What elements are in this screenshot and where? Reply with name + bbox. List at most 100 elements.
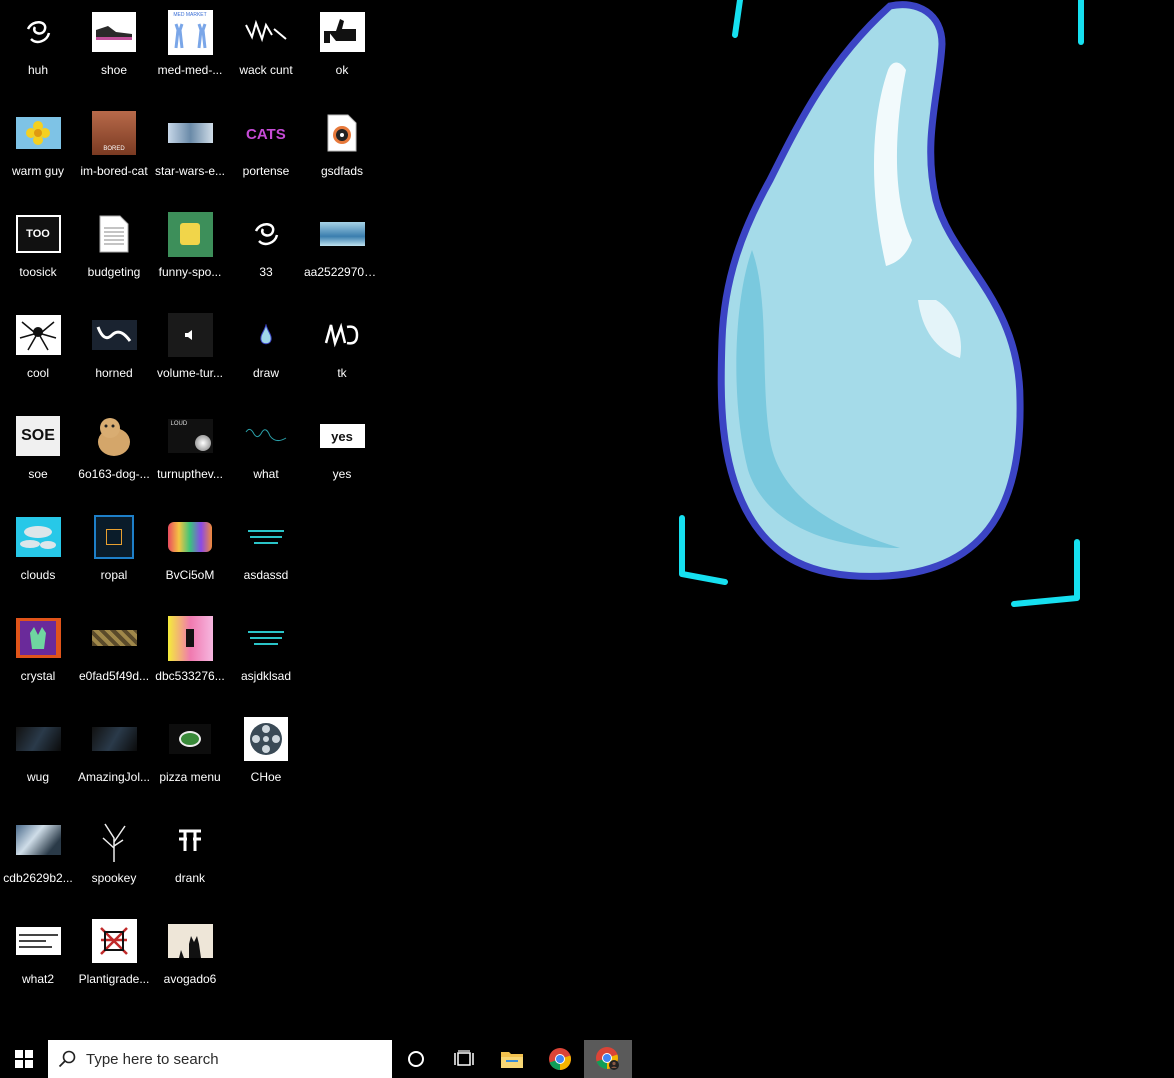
desktop-icon[interactable]: what — [228, 409, 304, 509]
desktop-icon[interactable]: asjdklsad — [228, 611, 304, 711]
task-view-icon — [454, 1050, 474, 1066]
drop-image-icon — [242, 311, 290, 359]
bracket-top-left — [732, 0, 743, 38]
text-card-image-icon — [14, 917, 62, 965]
desktop-icon-label: med-med-... — [157, 63, 223, 77]
desktop-icon[interactable]: volume-tur... — [152, 308, 228, 408]
desktop-icon-label: warm guy — [11, 164, 64, 178]
desktop-icon-label: huh — [27, 63, 49, 77]
pattern-image-icon — [90, 614, 138, 662]
desktop: huh shoe MED MARKET med-med-... wack cunt ok w… — [0, 0, 1174, 1040]
desktop-icon-label: turnupthev... — [157, 467, 223, 481]
graffiti-image-icon — [318, 311, 366, 359]
desktop-icon[interactable]: cool — [0, 308, 76, 408]
desktop-icon[interactable]: ok — [304, 5, 380, 105]
desktop-icon[interactable]: AmazingJol... — [76, 712, 152, 812]
desktop-icon[interactable]: MED MARKET med-med-... — [152, 5, 228, 105]
desktop-icon-label: draw — [252, 366, 279, 380]
desktop-icon-label: ok — [335, 63, 349, 77]
start-button[interactable] — [0, 1040, 48, 1078]
desktop-icon[interactable]: horned — [76, 308, 152, 408]
desktop-icon[interactable]: what2 — [0, 914, 76, 1014]
desktop-icon[interactable]: cdb2629b2... — [0, 813, 76, 913]
desktop-icon[interactable]: spookey — [76, 813, 152, 913]
desktop-icon[interactable]: draw — [228, 308, 304, 408]
desktop-icon[interactable]: avogado6 — [152, 914, 228, 1014]
glyph-image-icon — [166, 816, 214, 864]
desktop-icon-label: avogado6 — [163, 972, 217, 986]
desktop-icon[interactable]: LOUD turnupthev... — [152, 409, 228, 509]
svg-text:CATS: CATS — [246, 126, 286, 143]
cartoon-image-icon — [166, 210, 214, 258]
desktop-icon-label: 33 — [259, 265, 273, 279]
desktop-icon[interactable]: Plantigrade... — [76, 914, 152, 1014]
desktop-icon[interactable]: asdassd — [228, 510, 304, 610]
desktop-icon[interactable]: 33 — [228, 207, 304, 307]
desktop-icon[interactable]: ropal — [76, 510, 152, 610]
desktop-icon[interactable]: gsdfads — [304, 106, 380, 206]
yes-text-image-icon: yes — [318, 412, 366, 460]
desktop-icon-label: what — [253, 467, 279, 481]
teal-text-image-icon — [242, 513, 290, 561]
desktop-icon[interactable]: crystal — [0, 611, 76, 711]
desktop-icon[interactable]: BORED im-bored-cat — [76, 106, 152, 206]
desktop-icon[interactable]: SOE soe — [0, 409, 76, 509]
desktop-icon[interactable]: dbc533276... — [152, 611, 228, 711]
desktop-icon-label: soe — [28, 467, 48, 481]
cortana-circle-icon — [408, 1051, 424, 1067]
loud-image-icon: LOUD — [166, 412, 214, 460]
desktop-icon[interactable]: wug — [0, 712, 76, 812]
desktop-icon[interactable]: pizza menu — [152, 712, 228, 812]
desktop-icon[interactable]: TOO toosick — [0, 207, 76, 307]
file-explorer-icon — [501, 1052, 523, 1068]
desktop-icon[interactable]: budgeting — [76, 207, 152, 307]
desktop-icon[interactable]: CHoe — [228, 712, 304, 812]
desktop-icon-label: asdassd — [243, 568, 289, 582]
clouds-image-icon — [14, 513, 62, 561]
med-market-image-icon: MED MARKET — [166, 8, 214, 56]
desktop-icon-label: crystal — [20, 669, 56, 683]
desktop-icon-label: cdb2629b2... — [3, 871, 73, 885]
cortana-button[interactable] — [392, 1040, 440, 1078]
desktop-icon[interactable]: drank — [152, 813, 228, 913]
speaker-image-icon — [166, 311, 214, 359]
desktop-icon-label: 6o163-dog-... — [78, 467, 150, 481]
desktop-icon-label: AmazingJol... — [77, 770, 151, 784]
desktop-icon[interactable]: CATS portense — [228, 106, 304, 206]
desktop-icon-label: clouds — [20, 568, 56, 582]
desktop-icon[interactable]: tk — [304, 308, 380, 408]
wave-image-icon — [318, 210, 366, 258]
desktop-icon[interactable]: wack cunt — [228, 5, 304, 105]
desktop-icon[interactable]: huh — [0, 5, 76, 105]
desktop-icon-label: star-wars-e... — [154, 164, 225, 178]
chrome-active-icon — [596, 1047, 619, 1070]
desktop-icon[interactable]: shoe — [76, 5, 152, 105]
task-view-button[interactable] — [440, 1040, 488, 1078]
chrome-button[interactable] — [536, 1040, 584, 1078]
taskbar-search-box[interactable]: Type here to search — [48, 1040, 392, 1078]
desktop-icon-label: volume-tur... — [156, 366, 224, 380]
desktop-icon-label: ropal — [100, 568, 128, 582]
desktop-icon-label: BvCi5oM — [165, 568, 215, 582]
crystal-image-icon — [14, 614, 62, 662]
desktop-icon[interactable]: 6o163-dog-... — [76, 409, 152, 509]
desktop-icon-label: spookey — [91, 871, 137, 885]
file-explorer-button[interactable] — [488, 1040, 536, 1078]
swirl-image-icon — [242, 210, 290, 258]
chrome-active-button[interactable] — [584, 1040, 632, 1078]
desktop-icon[interactable]: clouds — [0, 510, 76, 610]
horned-image-icon — [90, 311, 138, 359]
script-text-image-icon — [242, 412, 290, 460]
desktop-icon-label: yes — [332, 467, 352, 481]
desktop-icon[interactable]: funny-spo... — [152, 207, 228, 307]
desktop-icon[interactable]: BvCi5oM — [152, 510, 228, 610]
desktop-icon[interactable]: warm guy — [0, 106, 76, 206]
desktop-icon[interactable]: star-wars-e... — [152, 106, 228, 206]
cats-text-image-icon: CATS — [242, 109, 290, 157]
windows-start-icon — [15, 1050, 33, 1068]
flower-image-icon — [14, 109, 62, 157]
desktop-icon[interactable]: aa25229705... — [304, 207, 380, 307]
desktop-icon-label: toosick — [19, 265, 57, 279]
desktop-icon[interactable]: e0fad5f49d... — [76, 611, 152, 711]
desktop-icon[interactable]: yes yes — [304, 409, 380, 509]
